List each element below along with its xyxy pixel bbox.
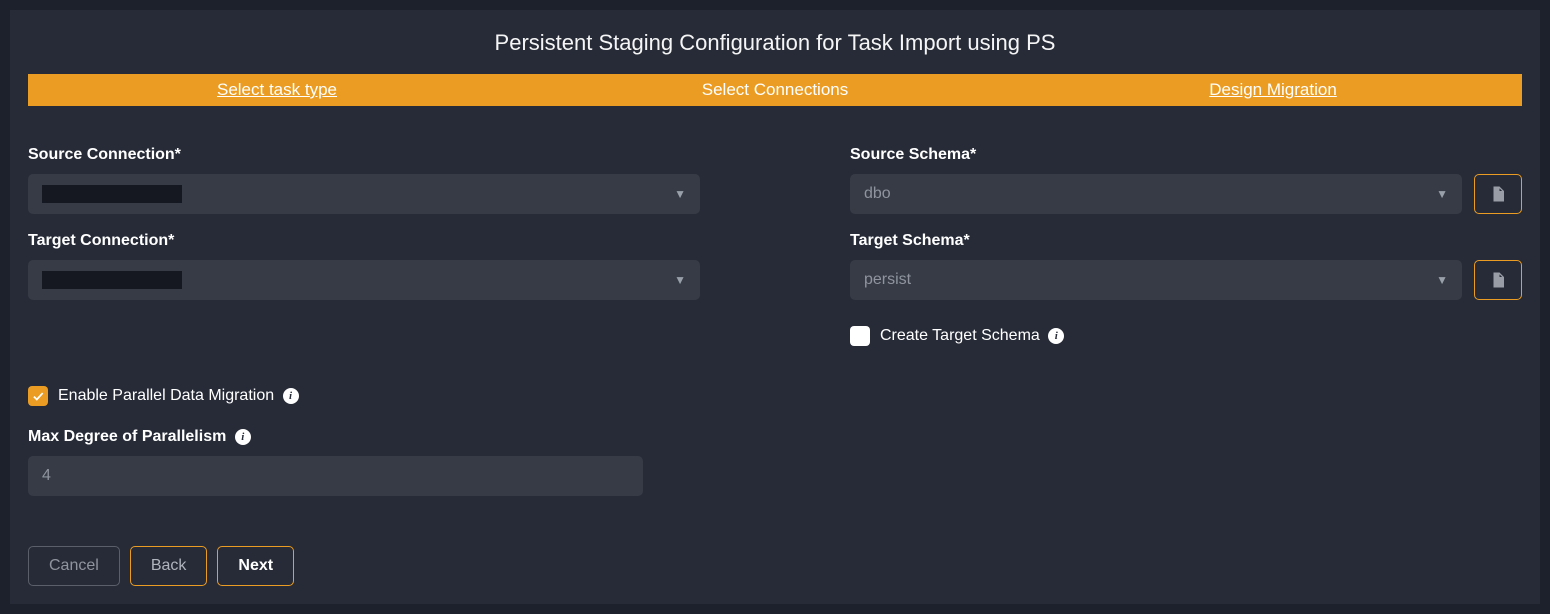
target-schema-label: Target Schema* <box>850 232 1522 250</box>
target-schema-group: Target Schema* persist ▼ <box>850 232 1522 300</box>
page-title: Persistent Staging Configuration for Tas… <box>28 30 1522 56</box>
chevron-down-icon: ▼ <box>1436 187 1448 201</box>
step-bar: Select task type Select Connections Desi… <box>28 74 1522 106</box>
max-parallelism-group: Max Degree of Parallelism i <box>28 428 1522 496</box>
create-target-schema-row: Create Target Schema i <box>850 326 1522 346</box>
source-schema-group: Source Schema* dbo ▼ <box>850 146 1522 214</box>
source-connection-value <box>42 185 182 203</box>
target-connection-value <box>42 271 182 289</box>
target-connection-group: Target Connection* ▼ <box>28 232 700 300</box>
enable-parallel-label: Enable Parallel Data Migration i <box>58 387 299 405</box>
enable-parallel-row: Enable Parallel Data Migration i <box>28 386 1522 406</box>
form-grid: Source Connection* ▼ Source Schema* dbo … <box>28 146 1522 346</box>
max-parallelism-input[interactable] <box>28 456 643 496</box>
info-icon[interactable]: i <box>235 429 251 445</box>
back-button[interactable]: Back <box>130 546 208 586</box>
chevron-down-icon: ▼ <box>1436 273 1448 287</box>
target-schema-select[interactable]: persist ▼ <box>850 260 1462 300</box>
create-target-schema-checkbox[interactable] <box>850 326 870 346</box>
step-select-task-type[interactable]: Select task type <box>28 80 526 100</box>
target-schema-add-button[interactable] <box>1474 260 1522 300</box>
file-icon <box>1489 271 1507 289</box>
chevron-down-icon: ▼ <box>674 273 686 287</box>
source-connection-label: Source Connection* <box>28 146 700 164</box>
configuration-panel: Persistent Staging Configuration for Tas… <box>10 10 1540 604</box>
step-select-connections[interactable]: Select Connections <box>526 80 1024 100</box>
info-icon[interactable]: i <box>1048 328 1064 344</box>
source-schema-add-button[interactable] <box>1474 174 1522 214</box>
next-button[interactable]: Next <box>217 546 294 586</box>
file-icon <box>1489 185 1507 203</box>
source-schema-label: Source Schema* <box>850 146 1522 164</box>
source-connection-select[interactable]: ▼ <box>28 174 700 214</box>
create-target-schema-label: Create Target Schema i <box>880 327 1064 345</box>
source-connection-group: Source Connection* ▼ <box>28 146 700 214</box>
source-schema-select[interactable]: dbo ▼ <box>850 174 1462 214</box>
cancel-button[interactable]: Cancel <box>28 546 120 586</box>
source-schema-value: dbo <box>864 185 891 203</box>
button-row: Cancel Back Next <box>28 546 294 586</box>
spacer-left <box>28 318 700 346</box>
parallel-section: Enable Parallel Data Migration i Max Deg… <box>28 386 1522 496</box>
check-icon <box>31 389 45 403</box>
enable-parallel-checkbox[interactable] <box>28 386 48 406</box>
target-schema-value: persist <box>864 271 911 289</box>
target-connection-select[interactable]: ▼ <box>28 260 700 300</box>
target-connection-label: Target Connection* <box>28 232 700 250</box>
chevron-down-icon: ▼ <box>674 187 686 201</box>
step-design-migration[interactable]: Design Migration <box>1024 80 1522 100</box>
info-icon[interactable]: i <box>283 388 299 404</box>
max-parallelism-label: Max Degree of Parallelism i <box>28 428 1522 446</box>
